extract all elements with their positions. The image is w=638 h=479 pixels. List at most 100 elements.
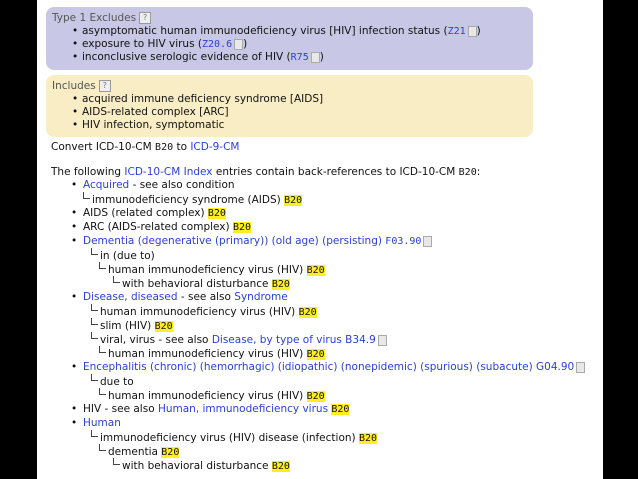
acquired-link[interactable]: Acquired (83, 179, 129, 191)
list-item: exposure to HIV virus (Z20.6) (52, 38, 527, 51)
tree-elbow-icon (99, 444, 106, 451)
entry-text: human immunodeficiency virus (HIV) (100, 306, 299, 318)
list-item: acquired immune deficiency syndrome [AID… (52, 93, 527, 106)
index-entry-dementia: Dementia (degenerative (primary)) (old a… (71, 234, 433, 248)
list-item: inconclusive serologic evidence of HIV (… (52, 51, 527, 64)
paren: ) (319, 51, 324, 63)
type1-excludes-box: Type 1 Excludes? asymptomatic human immu… (46, 7, 533, 70)
document-icon[interactable] (576, 361, 586, 373)
icd9-link[interactable]: ICD-9-CM (190, 141, 239, 153)
convert-line: Convert ICD-10-CM B20 to ICD-9-CM (51, 141, 240, 154)
index-subentry: human immunodeficiency virus (HIV) B20 (99, 262, 325, 276)
code-link-z20-6[interactable]: Z20.6 (202, 39, 232, 50)
entry-text: dementia (108, 446, 162, 458)
index-entry-disease: Disease, diseased - see also Syndrome (71, 290, 288, 304)
convert-text: Convert ICD-10-CM (51, 141, 156, 153)
code-highlight: B20 (306, 391, 325, 402)
dementia-code-link[interactable]: F03.90 (385, 236, 421, 247)
code-highlight: B20 (271, 279, 290, 290)
entry-text: human immunodeficiency virus (HIV) (108, 264, 307, 276)
index-subentry: due to (91, 374, 134, 388)
index-subentry: in (due to) (91, 248, 155, 262)
convert-to: to (173, 141, 191, 153)
document-icon[interactable] (234, 38, 244, 50)
tree-elbow-icon (91, 374, 98, 381)
tree-elbow-icon (99, 388, 106, 395)
index-subentry: immunodeficiency syndrome (AIDS) B20 (83, 192, 303, 206)
type1-excludes-title: Type 1 Excludes (52, 12, 137, 24)
code-highlight: B20 (207, 208, 226, 219)
list-item: HIV infection, symptomatic (52, 119, 527, 132)
paren: ) (243, 38, 248, 50)
entry-text: viral, virus - see also (100, 334, 212, 346)
icd10-index-link[interactable]: ICD-10-CM Index (124, 166, 212, 178)
help-icon[interactable]: ? (98, 80, 111, 92)
includes-title: Includes (52, 80, 96, 92)
entry-text: due to (100, 376, 134, 388)
index-entry-aids: AIDS (related complex) B20 (71, 206, 226, 220)
intro-text: The following (51, 166, 125, 178)
entry-text: with behavioral disturbance (122, 278, 272, 290)
code-highlight: B20 (284, 195, 303, 206)
code-highlight: B20 (358, 433, 378, 444)
tree-elbow-icon (113, 458, 120, 465)
code-highlight: B20 (306, 349, 325, 360)
human-immunodeficiency-link[interactable]: Human, immunodeficiency virus (158, 403, 328, 415)
dementia-link[interactable]: Dementia (degenerative (primary)) (old a… (83, 235, 385, 247)
code-highlight: B20 (232, 222, 252, 233)
entry-text: human immunodeficiency virus (HIV) (108, 390, 307, 402)
list-item: AIDS-related complex [ARC] (52, 106, 527, 119)
code-link-r75[interactable]: R75 (291, 52, 309, 63)
index-subentry: human immunodeficiency virus (HIV) B20 (99, 388, 325, 402)
paren: ) (476, 25, 481, 37)
disease-link[interactable]: Disease, diseased (83, 291, 178, 303)
human-link[interactable]: Human (83, 417, 121, 429)
index-entry-encephalitis: Encephalitis (chronic) (hemorrhagic) (id… (71, 360, 586, 374)
tree-elbow-icon (91, 332, 98, 339)
entry-text: slim (HIV) (100, 320, 155, 332)
index-subentry: human immunodeficiency virus (HIV) B20 (99, 346, 325, 360)
entry-text: - see also (177, 291, 235, 303)
code-highlight: B20 (306, 265, 325, 276)
code-highlight: B20 (271, 461, 290, 472)
includes-heading: Includes? (52, 80, 527, 93)
convert-code: B20 (155, 142, 174, 153)
includes-box: Includes? acquired immune deficiency syn… (46, 75, 533, 137)
code-highlight: B20 (161, 447, 180, 458)
exclude-text: inconclusive serologic evidence of HIV ( (82, 51, 291, 63)
icd-page: Type 1 Excludes? asymptomatic human immu… (37, 0, 603, 479)
exclude-text: exposure to HIV virus ( (82, 38, 202, 50)
code-highlight: B20 (298, 307, 317, 318)
syndrome-link[interactable]: Syndrome (234, 291, 287, 303)
tree-elbow-icon (99, 262, 106, 269)
intro-colon: : (476, 166, 481, 178)
entry-text: - see also condition (129, 179, 235, 191)
index-entry-acquired: Acquired - see also condition (71, 178, 235, 192)
index-subentry: human immunodeficiency virus (HIV) B20 (91, 304, 317, 318)
document-icon[interactable] (423, 235, 433, 247)
document-icon[interactable] (377, 334, 387, 346)
document-icon[interactable] (467, 25, 477, 37)
help-icon[interactable]: ? (139, 12, 152, 24)
encephalitis-link[interactable]: Encephalitis (chronic) (hemorrhagic) (id… (83, 361, 574, 373)
entry-text: with behavioral disturbance (122, 460, 272, 472)
tree-elbow-icon (91, 248, 98, 255)
disease-by-virus-link[interactable]: Disease, by type of virus B34.9 (212, 334, 376, 346)
document-icon[interactable] (310, 51, 320, 63)
code-highlight: B20 (154, 321, 173, 332)
tree-elbow-icon (91, 430, 98, 437)
index-subentry: dementia B20 (99, 444, 180, 458)
index-subentry: with behavioral disturbance B20 (113, 276, 290, 290)
entry-text: AIDS (related complex) (83, 207, 208, 219)
entry-text: immunodeficiency virus (HIV) disease (in… (100, 432, 359, 444)
intro-code: B20 (458, 167, 477, 178)
type1-excludes-heading: Type 1 Excludes? (52, 12, 527, 25)
intro-text: entries contain back-references to ICD-1… (212, 166, 459, 178)
entry-text: ARC (AIDS-related complex) (83, 221, 233, 233)
tree-elbow-icon (113, 276, 120, 283)
code-link-z21[interactable]: Z21 (448, 26, 466, 37)
tree-elbow-icon (83, 192, 90, 199)
list-item: asymptomatic human immunodeficiency viru… (52, 25, 527, 38)
index-subentry: with behavioral disturbance B20 (113, 458, 290, 472)
index-entry-human: Human (71, 416, 121, 430)
